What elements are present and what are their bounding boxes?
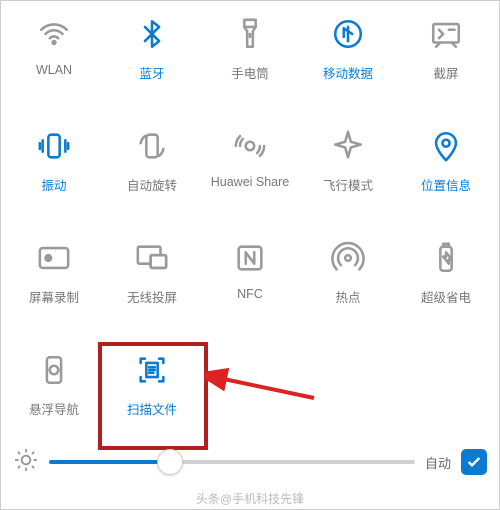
- brightness-row: 自动: [1, 437, 499, 487]
- mobile-data-icon: [325, 11, 371, 57]
- tile-nfc[interactable]: NFC: [201, 235, 299, 327]
- scan-doc-icon: [129, 347, 175, 393]
- tile-label: 振动: [41, 175, 66, 194]
- tile-bluetooth[interactable]: 蓝牙: [103, 11, 201, 103]
- tile-label: 移动数据: [323, 63, 373, 82]
- tile-label: 超级省电: [421, 287, 471, 306]
- tile-label: 自动旋转: [127, 175, 177, 194]
- tile-label: NFC: [237, 287, 263, 301]
- location-icon: [423, 123, 469, 169]
- auto-brightness-checkbox[interactable]: [461, 449, 487, 475]
- tile-label: 热点: [335, 287, 360, 306]
- auto-brightness-label: 自动: [425, 453, 451, 472]
- tile-label: 截屏: [433, 63, 458, 82]
- tile-label: Huawei Share: [211, 175, 290, 189]
- tile-label: WLAN: [36, 63, 72, 77]
- screenshot-icon: [423, 11, 469, 57]
- tile-mobile-data[interactable]: 移动数据: [299, 11, 397, 103]
- tile-label: 无线投屏: [127, 287, 177, 306]
- float-nav-icon: [31, 347, 77, 393]
- tile-label: 飞行模式: [323, 175, 373, 194]
- rotate-icon: [129, 123, 175, 169]
- quick-settings-grid: WLAN 蓝牙 手电筒 移动数据 截屏振动 自动旋转 Huawei Share 飞行模式 位置信…: [1, 1, 499, 443]
- brightness-thumb[interactable]: [157, 449, 183, 475]
- tile-power-save[interactable]: 超级省电: [397, 235, 495, 327]
- bluetooth-icon: [129, 11, 175, 57]
- wifi-icon: [31, 11, 77, 57]
- airplane-icon: [325, 123, 371, 169]
- tile-label: 扫描文件: [127, 399, 177, 418]
- nfc-icon: [227, 235, 273, 281]
- tile-wlan[interactable]: WLAN: [5, 11, 103, 103]
- tile-vibrate[interactable]: 振动: [5, 123, 103, 215]
- tile-label: 蓝牙: [139, 63, 164, 82]
- tile-airplane[interactable]: 飞行模式: [299, 123, 397, 215]
- tile-flashlight[interactable]: 手电筒: [201, 11, 299, 103]
- battery-icon: [423, 235, 469, 281]
- tile-location[interactable]: 位置信息: [397, 123, 495, 215]
- tile-float-nav[interactable]: 悬浮导航: [5, 347, 103, 439]
- tile-scan-doc[interactable]: 扫描文件: [103, 347, 201, 439]
- screen-rec-icon: [31, 235, 77, 281]
- tile-label: 屏幕录制: [29, 287, 79, 306]
- tile-screenshot[interactable]: 截屏: [397, 11, 495, 103]
- tile-screen-rec[interactable]: 屏幕录制: [5, 235, 103, 327]
- share-icon: [227, 123, 273, 169]
- tile-label: 位置信息: [421, 175, 471, 194]
- tile-label: 手电筒: [231, 63, 269, 82]
- brightness-slider[interactable]: [49, 460, 415, 464]
- tile-huawei-share[interactable]: Huawei Share: [201, 123, 299, 215]
- tile-label: 悬浮导航: [29, 399, 79, 418]
- tile-hotspot[interactable]: 热点: [299, 235, 397, 327]
- tile-auto-rotate[interactable]: 自动旋转: [103, 123, 201, 215]
- brightness-icon: [13, 447, 39, 478]
- hotspot-icon: [325, 235, 371, 281]
- vibrate-icon: [31, 123, 77, 169]
- watermark-text: 头条@手机科技先锋: [1, 490, 499, 507]
- flashlight-icon: [227, 11, 273, 57]
- tile-cast[interactable]: 无线投屏: [103, 235, 201, 327]
- cast-icon: [129, 235, 175, 281]
